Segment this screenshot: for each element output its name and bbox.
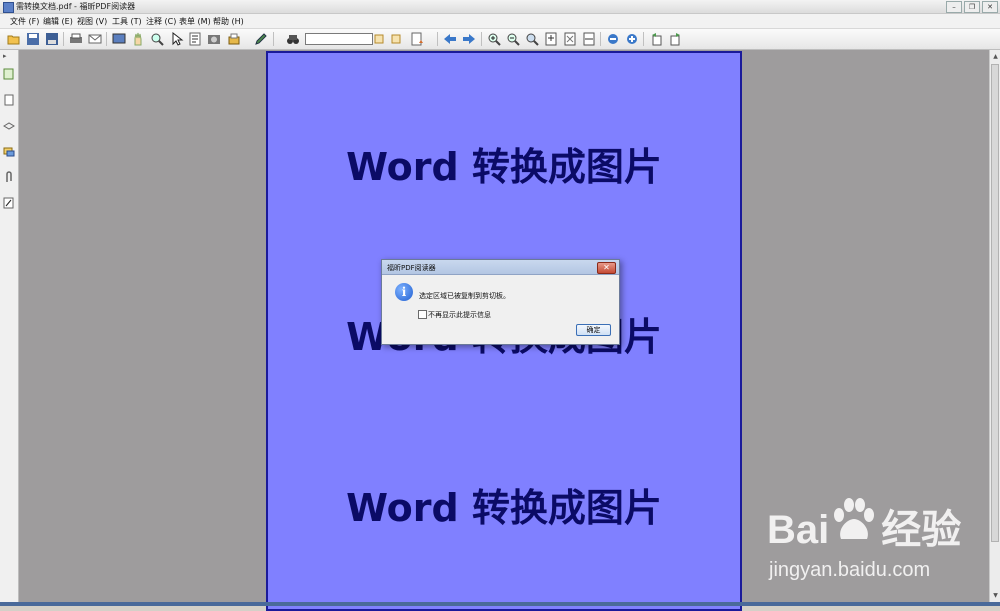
- menu-bar: 文件 (F) 编辑 (E) 视图 (V) 工具 (T) 注释 (C) 表单 (M…: [0, 14, 1000, 29]
- pages-thumbnail-icon[interactable]: [3, 94, 15, 106]
- typewriter-icon[interactable]: [227, 32, 241, 46]
- signatures-icon[interactable]: [3, 197, 15, 209]
- page-heading-3: Word 转换成图片: [346, 486, 662, 530]
- close-window-button[interactable]: ✕: [982, 1, 998, 13]
- baidu-jingyan-watermark: Bai 经验 jingyan.baidu.com: [767, 497, 961, 587]
- watermark-url: jingyan.baidu.com: [769, 559, 931, 581]
- open-folder-icon[interactable]: [7, 32, 21, 46]
- menu-form[interactable]: 表单 (M): [179, 16, 211, 27]
- dialog-message: 选定区域已被复制到剪切板。: [419, 292, 510, 300]
- menu-help[interactable]: 帮助 (H): [213, 16, 244, 27]
- pen-icon[interactable]: [254, 32, 268, 46]
- taskbar: [0, 602, 1000, 606]
- find-binoculars-icon[interactable]: [286, 32, 300, 46]
- restore-button[interactable]: ❐: [964, 1, 980, 13]
- menu-comment[interactable]: 注释 (C): [146, 16, 176, 27]
- window-controls: – ❐ ✕: [946, 1, 998, 13]
- rotate-left-icon[interactable]: [650, 32, 664, 46]
- previous-view-icon[interactable]: [443, 32, 457, 46]
- actual-size-icon[interactable]: [544, 32, 558, 46]
- menu-edit[interactable]: 编辑 (E): [43, 16, 73, 27]
- copy-notification-dialog: 福昕PDF阅读器 ✕ i 选定区域已被复制到剪切板。 不再显示此提示信息 确定: [381, 259, 620, 345]
- menu-view[interactable]: 视图 (V): [77, 16, 107, 27]
- email-icon[interactable]: [88, 32, 102, 46]
- watermark-logo-left: Bai: [767, 508, 830, 552]
- layers-icon[interactable]: [3, 120, 15, 132]
- scroll-thumb[interactable]: [991, 64, 999, 542]
- fit-page-icon[interactable]: [563, 32, 577, 46]
- vertical-scrollbar[interactable]: ▲ ▼: [989, 50, 1000, 602]
- next-view-icon[interactable]: [462, 32, 476, 46]
- dont-show-again-checkbox[interactable]: [418, 310, 427, 319]
- select-arrow-icon[interactable]: [170, 32, 184, 46]
- scroll-down-icon[interactable]: ▼: [991, 591, 1000, 600]
- dialog-title-bar: 福昕PDF阅读器 ✕: [382, 260, 619, 275]
- zoom-in-icon[interactable]: [487, 32, 501, 46]
- title-bar: 需转换文档.pdf - 福昕PDF阅读器 – ❐ ✕: [0, 0, 1000, 14]
- app-icon: [3, 2, 14, 13]
- find-input[interactable]: [305, 33, 373, 45]
- find-next-icon[interactable]: [389, 32, 403, 46]
- baidu-paw-icon: [834, 498, 874, 539]
- text-select-icon[interactable]: [188, 32, 202, 46]
- menu-tools[interactable]: 工具 (T): [112, 16, 142, 27]
- zoom-minus-icon[interactable]: [606, 32, 620, 46]
- navigation-sidebar: ▸: [0, 50, 19, 602]
- menu-file[interactable]: 文件 (F): [10, 16, 39, 27]
- snapshot-icon[interactable]: [207, 32, 221, 46]
- dialog-close-button[interactable]: ✕: [597, 262, 616, 274]
- fullscreen-icon[interactable]: [112, 32, 126, 46]
- comments-icon[interactable]: [3, 146, 15, 158]
- watermark-logo-right: 经验: [881, 508, 962, 552]
- zoom-tool-icon[interactable]: [150, 32, 164, 46]
- zoom-plus-icon[interactable]: [625, 32, 639, 46]
- zoom-out-icon[interactable]: [506, 32, 520, 46]
- dialog-title: 福昕PDF阅读器: [387, 264, 436, 272]
- page-heading-1: Word 转换成图片: [346, 145, 662, 189]
- dont-show-again-label[interactable]: 不再显示此提示信息: [428, 310, 491, 320]
- attachments-icon[interactable]: [3, 171, 15, 183]
- print-icon[interactable]: [69, 32, 83, 46]
- ok-button[interactable]: 确定: [576, 324, 611, 336]
- rotate-right-icon[interactable]: [668, 32, 682, 46]
- find-previous-icon[interactable]: [372, 32, 386, 46]
- bookmarks-icon[interactable]: [3, 68, 15, 80]
- minimize-button[interactable]: –: [946, 1, 962, 13]
- fit-width-icon[interactable]: [582, 32, 596, 46]
- scroll-up-icon[interactable]: ▲: [991, 52, 1000, 61]
- info-icon: i: [395, 283, 413, 301]
- save-as-icon[interactable]: [45, 32, 59, 46]
- window-title: 需转换文档.pdf - 福昕PDF阅读器: [16, 2, 136, 11]
- page-layout-icon[interactable]: [410, 32, 424, 46]
- zoom-marquee-icon[interactable]: [525, 32, 539, 46]
- hand-tool-icon[interactable]: [131, 32, 145, 46]
- expand-panel-icon[interactable]: ▸: [3, 52, 15, 60]
- toolbar: [0, 29, 1000, 50]
- save-icon[interactable]: [26, 32, 40, 46]
